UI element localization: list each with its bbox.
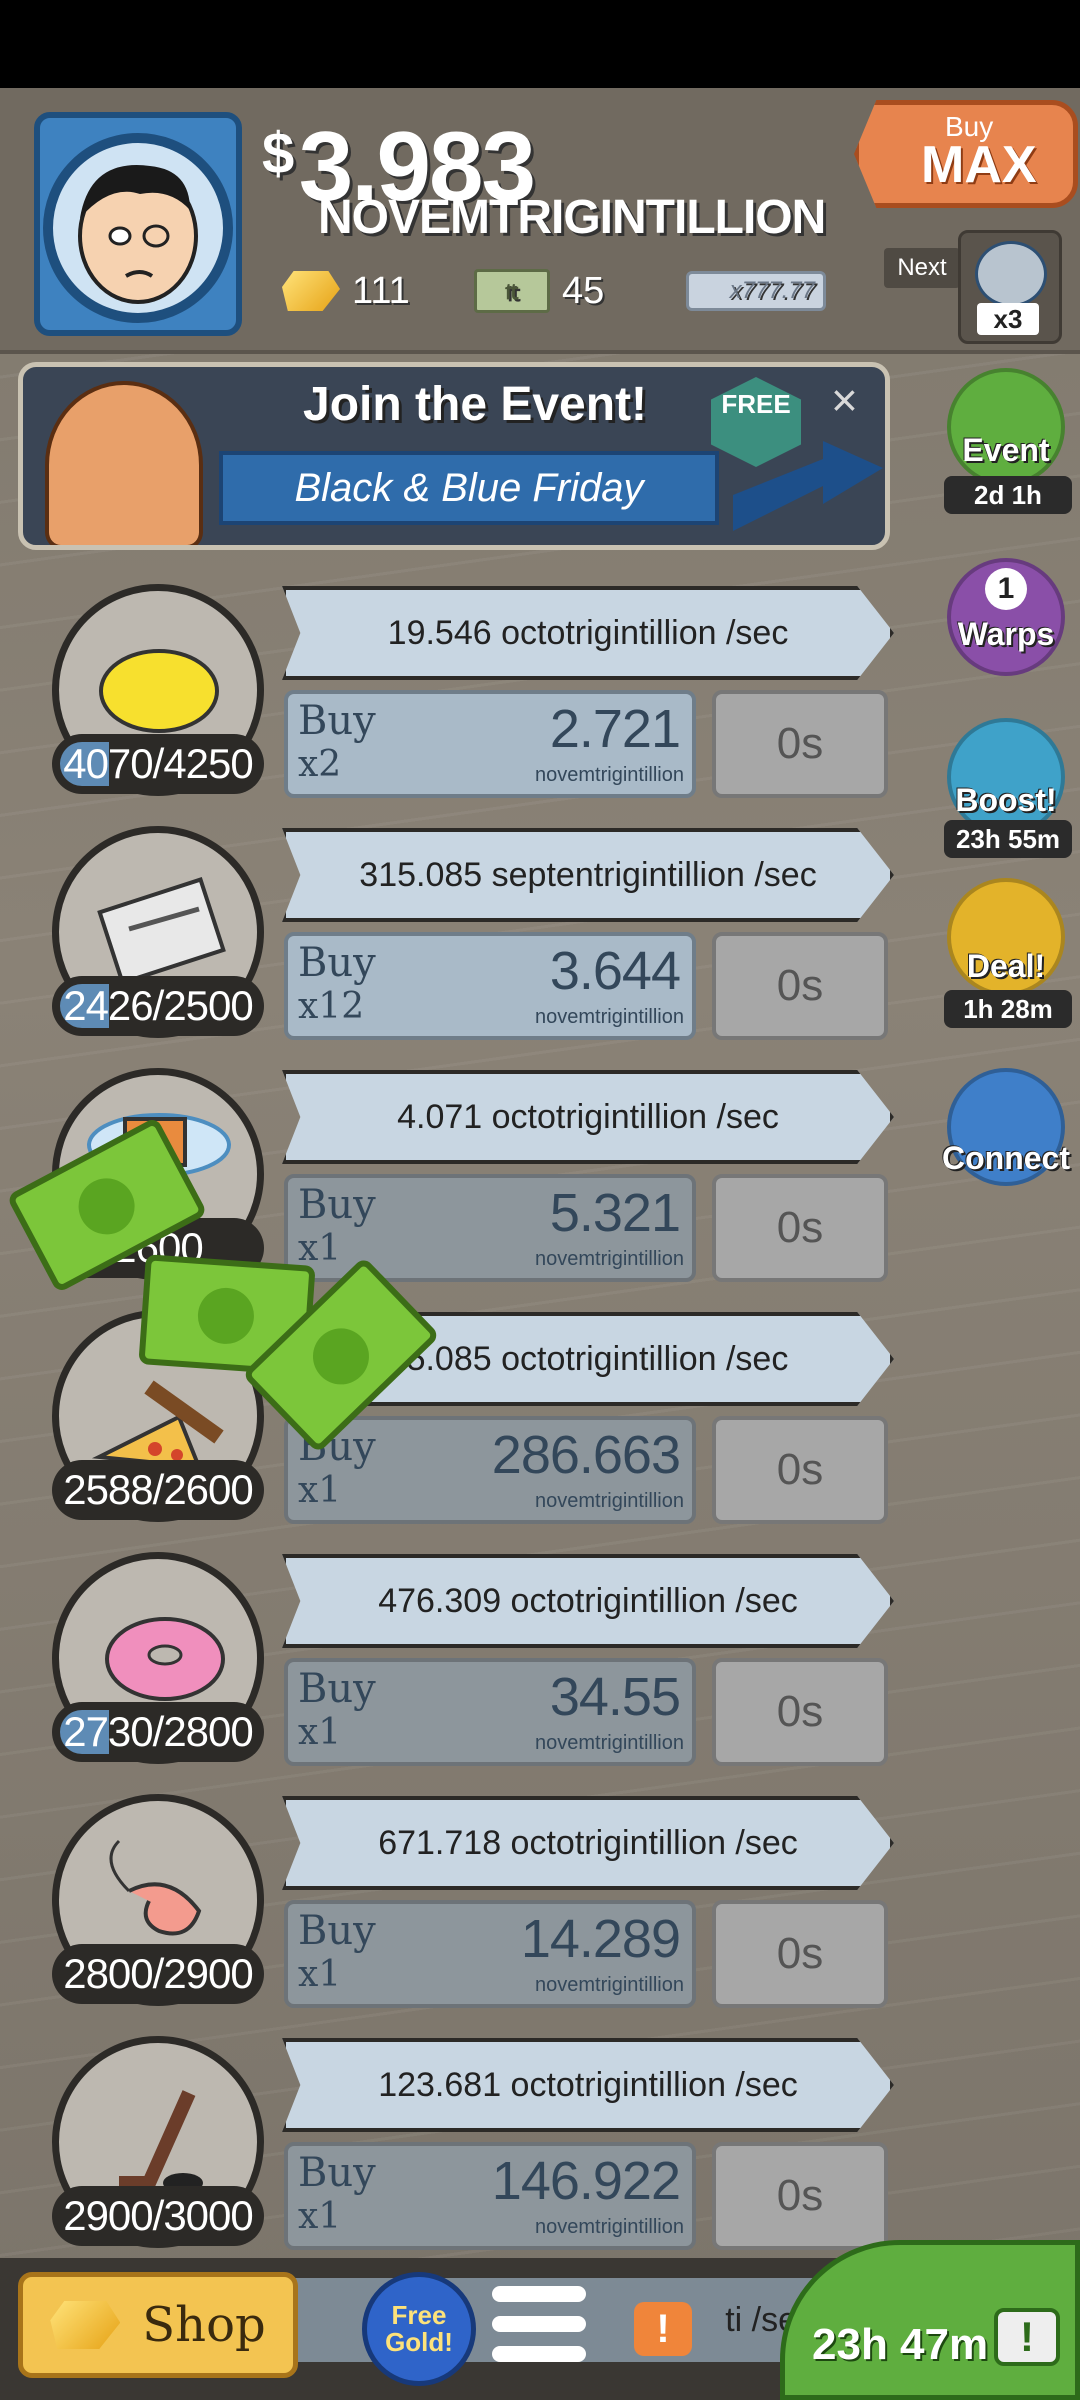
event-title: Join the Event!	[303, 378, 648, 431]
cash-unit: NOVEMTRIGINTILLION	[318, 191, 826, 244]
bill-multiplier-badge: x777.77	[686, 271, 826, 311]
header: $ 3.983 NOVEMTRIGINTILLION 111 ₶ 45 x777…	[0, 88, 1080, 354]
production-timer[interactable]: 0s	[712, 932, 888, 1040]
buy-quantity: x1	[298, 1470, 342, 1511]
game-screen: $ 3.983 NOVEMTRIGINTILLION 111 ₶ 45 x777…	[0, 0, 1080, 2400]
next-unlock-button[interactable]: x3	[958, 230, 1062, 344]
income-rate-banner: 4.071 octotrigintillion /sec	[282, 1070, 894, 1164]
business-row: 2426/2500 315.085 septentrigintillion /se…	[0, 826, 900, 1066]
close-icon[interactable]: ×	[831, 373, 858, 427]
menu-icon[interactable]	[492, 2286, 586, 2376]
price-unit: novemtrigintillion	[535, 1974, 684, 1996]
event-character-icon	[45, 381, 203, 545]
buy-quantity: x1	[298, 2196, 342, 2237]
business-row: 2800/2900 671.718 octotrigintillion /sec B…	[0, 1794, 900, 2034]
alert-icon[interactable]: !	[634, 2302, 692, 2356]
boost-timer: 23h 55m	[944, 820, 1072, 858]
buy-price: 146.922	[491, 2151, 681, 2211]
production-timer[interactable]: 0s	[712, 1174, 888, 1282]
price-unit: novemtrigintillion	[535, 764, 684, 786]
price-unit: novemtrigintillion	[535, 1248, 684, 1270]
production-timer[interactable]: 0s	[712, 1658, 888, 1766]
gold-counter[interactable]: 111	[282, 266, 410, 316]
price-unit: novemtrigintillion	[535, 2216, 684, 2238]
buy-quantity: x12	[298, 986, 365, 1027]
gold-icon	[50, 2301, 121, 2349]
gold-icon	[282, 271, 340, 311]
buy-button[interactable]: Buy x1 286.663 novemtrigintillion	[284, 1416, 696, 1524]
deal-button[interactable]: Deal! 1h 28m	[940, 878, 1072, 1028]
status-bar	[0, 0, 1080, 88]
megabucks-counter[interactable]: ₶ 45	[474, 266, 604, 316]
warps-badge: 1	[985, 568, 1027, 610]
business-row: 4070/4250 19.546 octotrigintillion /sec Bu…	[0, 584, 900, 824]
tv-icon[interactable]: !	[994, 2308, 1060, 2366]
buy-button[interactable]: Buy x1 5.321 novemtrigintillion	[284, 1174, 696, 1282]
income-rate-banner: 123.681 octotrigintillion /sec	[282, 2038, 894, 2132]
buy-quantity: x1	[298, 1712, 342, 1753]
buy-price: 34.55	[549, 1667, 681, 1727]
buy-price: 286.663	[491, 1425, 681, 1485]
owned-count: 2588/2600	[52, 1460, 264, 1520]
owned-count: 2426/2500	[52, 976, 264, 1036]
buy-price: 5.321	[549, 1183, 681, 1243]
bill-multiplier: x777.77	[686, 266, 826, 316]
megabucks-count: 45	[562, 269, 605, 312]
owned-count: 2800/2900	[52, 1944, 264, 2004]
tv-ad-timer: 23h 47m	[812, 2320, 989, 2369]
buy-button[interactable]: Buy x12 3.644 novemtrigintillion	[284, 932, 696, 1040]
buy-price: 14.289	[520, 1909, 681, 1969]
buy-price: 2.721	[549, 699, 681, 759]
buy-quantity: x2	[298, 744, 342, 785]
event-banner[interactable]: Join the Event! Black & Blue Friday FREE…	[18, 362, 890, 550]
megabucks-icon: ₶	[474, 269, 550, 313]
free-gold-button[interactable]: Free Gold!	[362, 2272, 476, 2386]
connect-button[interactable]: Connect	[940, 1068, 1072, 1186]
free-gold-badge: FREE	[711, 377, 801, 467]
avatar[interactable]	[34, 112, 242, 336]
income-rate-banner: 671.718 octotrigintillion /sec	[282, 1796, 894, 1890]
shop-button[interactable]: Shop	[18, 2272, 298, 2378]
income-rate-banner: 19.546 octotrigintillion /sec	[282, 586, 894, 680]
event-timer: 2d 1h	[944, 476, 1072, 514]
production-timer[interactable]: 0s	[712, 1416, 888, 1524]
buy-price: 3.644	[549, 941, 681, 1001]
event-button[interactable]: Event 2d 1h	[940, 368, 1072, 514]
price-unit: novemtrigintillion	[535, 1490, 684, 1512]
buy-button[interactable]: Buy x1 34.55 novemtrigintillion	[284, 1658, 696, 1766]
production-timer[interactable]: 0s	[712, 2142, 888, 2250]
next-multiplier: x3	[977, 303, 1039, 335]
income-rate-banner: 315.085 septentrigintillion /sec	[282, 828, 894, 922]
business-row: 2730/2800 476.309 octotrigintillion /sec B…	[0, 1552, 900, 1792]
warps-button[interactable]: 1 Warps	[940, 558, 1072, 676]
astronaut-face-icon	[43, 133, 233, 323]
price-unit: novemtrigintillion	[535, 1732, 684, 1754]
buy-button[interactable]: Buy x2 2.721 novemtrigintillion	[284, 690, 696, 798]
currency-symbol: $	[262, 121, 295, 186]
price-unit: novemtrigintillion	[535, 1006, 684, 1028]
buy-button[interactable]: Buy x1 146.922 novemtrigintillion	[284, 2142, 696, 2250]
business-row: 2900/3000 123.681 octotrigintillion /sec B…	[0, 2036, 900, 2276]
income-rate-banner: 476.309 octotrigintillion /sec	[282, 1554, 894, 1648]
business-row: 2588/2600 25.085 octotrigintillion /sec Bu…	[0, 1310, 900, 1550]
buy-quantity: x1	[298, 1228, 342, 1269]
owned-count: 4070/4250	[52, 734, 264, 794]
buy-button[interactable]: Buy x1 14.289 novemtrigintillion	[284, 1900, 696, 2008]
production-timer[interactable]: 0s	[712, 690, 888, 798]
newspaper-icon	[975, 241, 1047, 307]
event-subtitle: Black & Blue Friday	[219, 451, 719, 525]
boost-button[interactable]: Boost! 23h 55m	[940, 718, 1072, 858]
next-label: Next	[884, 248, 960, 288]
production-timer[interactable]: 0s	[712, 1900, 888, 2008]
gold-count: 111	[352, 269, 410, 312]
buy-max-button[interactable]: Buy MAX	[854, 100, 1078, 208]
owned-count: 2730/2800	[52, 1702, 264, 1762]
deal-timer: 1h 28m	[944, 990, 1072, 1028]
buy-quantity: x1	[298, 1954, 342, 1995]
owned-count: 2900/3000	[52, 2186, 264, 2246]
